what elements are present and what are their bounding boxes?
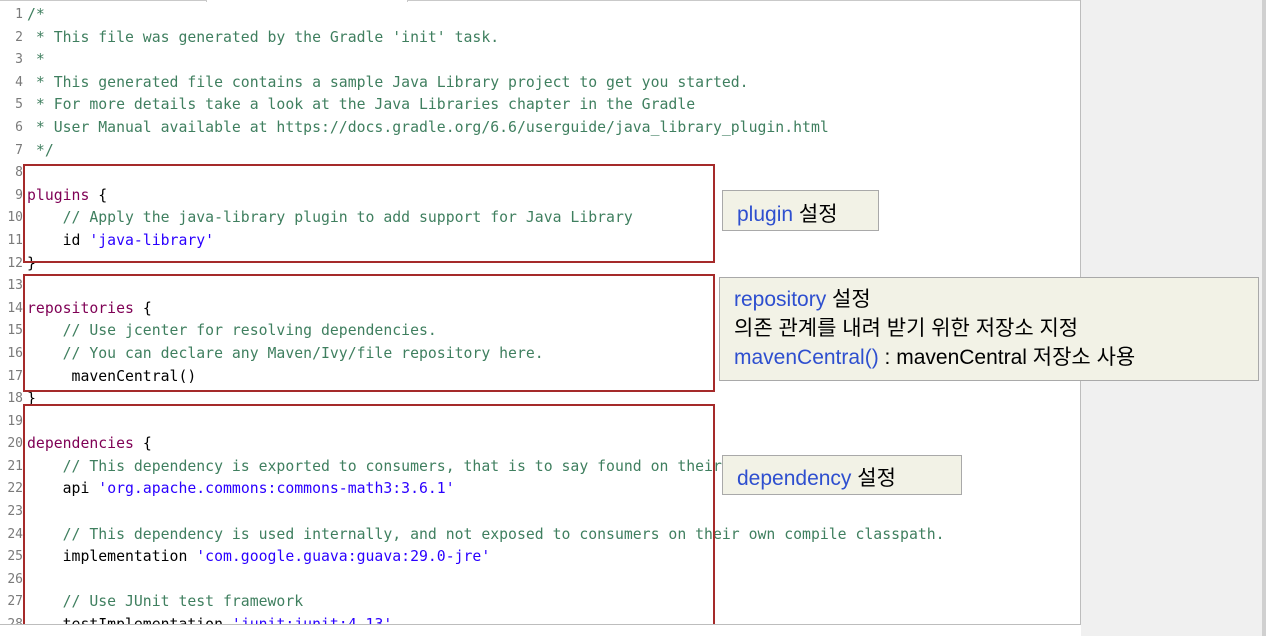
repositories-highlight-box	[23, 274, 715, 392]
repository-note-method: mavenCentral()	[734, 346, 879, 369]
line-number: 12	[7, 255, 23, 271]
plugin-note-keyword: plugin	[737, 203, 794, 226]
repository-note-suffix: 설정	[826, 288, 871, 311]
line-number: 2	[15, 29, 23, 45]
line-number: 16	[7, 345, 23, 361]
line-number: 10	[7, 210, 23, 226]
code-token: *	[27, 51, 45, 69]
line-number: 25	[7, 549, 23, 565]
line-number: 26	[7, 571, 23, 587]
line-number: 22	[7, 481, 23, 497]
line-number: 13	[7, 278, 23, 294]
code-token: */	[27, 141, 54, 159]
repository-note-line1: repository 설정	[734, 285, 1258, 314]
line-number: 5	[15, 97, 23, 113]
line-number: 9	[15, 187, 23, 203]
code-token: * This generated file contains a sample …	[27, 73, 749, 91]
repository-note-method-desc: : mavenCentral 저장소 사용	[878, 346, 1136, 369]
window-edge	[1262, 0, 1266, 636]
line-text: *	[27, 49, 45, 72]
code-token: * This file was generated by the Gradle …	[27, 28, 500, 46]
line-text: /*	[27, 4, 45, 27]
dependencies-highlight-box	[23, 404, 715, 624]
repository-note-line2: 의존 관계를 내려 받기 위한 저장소 지정	[734, 317, 1079, 340]
line-number: 27	[7, 594, 23, 610]
line-number: 11	[7, 232, 23, 248]
line-number: 18	[7, 391, 23, 407]
line-number: 15	[7, 323, 23, 339]
line-number: 17	[7, 368, 23, 384]
line-number: 1	[15, 7, 23, 22]
dependency-note-keyword: dependency	[737, 467, 852, 490]
dependency-note: dependency 설정	[722, 455, 962, 495]
line-text: * User Manual available at https://docs.…	[27, 117, 829, 140]
line-number: 19	[7, 413, 23, 429]
line-text: * This file was generated by the Gradle …	[27, 27, 499, 50]
line-number: 6	[15, 119, 23, 135]
line-number: 4	[15, 74, 23, 90]
line-text: * For more details take a look at the Ja…	[27, 94, 695, 117]
line-number: 3	[15, 52, 23, 68]
repository-note: repository 설정 의존 관계를 내려 받기 위한 저장소 지정 mav…	[719, 277, 1259, 381]
plugin-note-suffix: 설정	[793, 203, 838, 226]
plugins-highlight-box	[23, 164, 715, 263]
line-text: * This generated file contains a sample …	[27, 72, 749, 95]
line-number: 7	[15, 142, 23, 158]
code-token: * For more details take a look at the Ja…	[27, 96, 696, 114]
code-token: * User Manual available at https://docs.…	[27, 118, 829, 136]
line-number: 21	[7, 458, 23, 474]
plugin-note: plugin 설정	[722, 190, 879, 231]
repository-note-keyword: repository	[734, 288, 827, 311]
line-number: 24	[7, 526, 23, 542]
line-number: 23	[7, 504, 23, 520]
editor-tab[interactable]	[206, 0, 408, 2]
editor-top-border	[0, 0, 1080, 1]
line-number: 20	[7, 436, 23, 452]
code-token: /*	[27, 6, 45, 23]
line-number: 28	[7, 617, 23, 625]
line-text: */	[27, 140, 54, 163]
line-number: 8	[15, 165, 23, 181]
repository-note-line3: mavenCentral() : mavenCentral 저장소 사용	[734, 343, 1258, 372]
dependency-note-suffix: 설정	[851, 467, 896, 490]
line-number: 14	[7, 300, 23, 316]
